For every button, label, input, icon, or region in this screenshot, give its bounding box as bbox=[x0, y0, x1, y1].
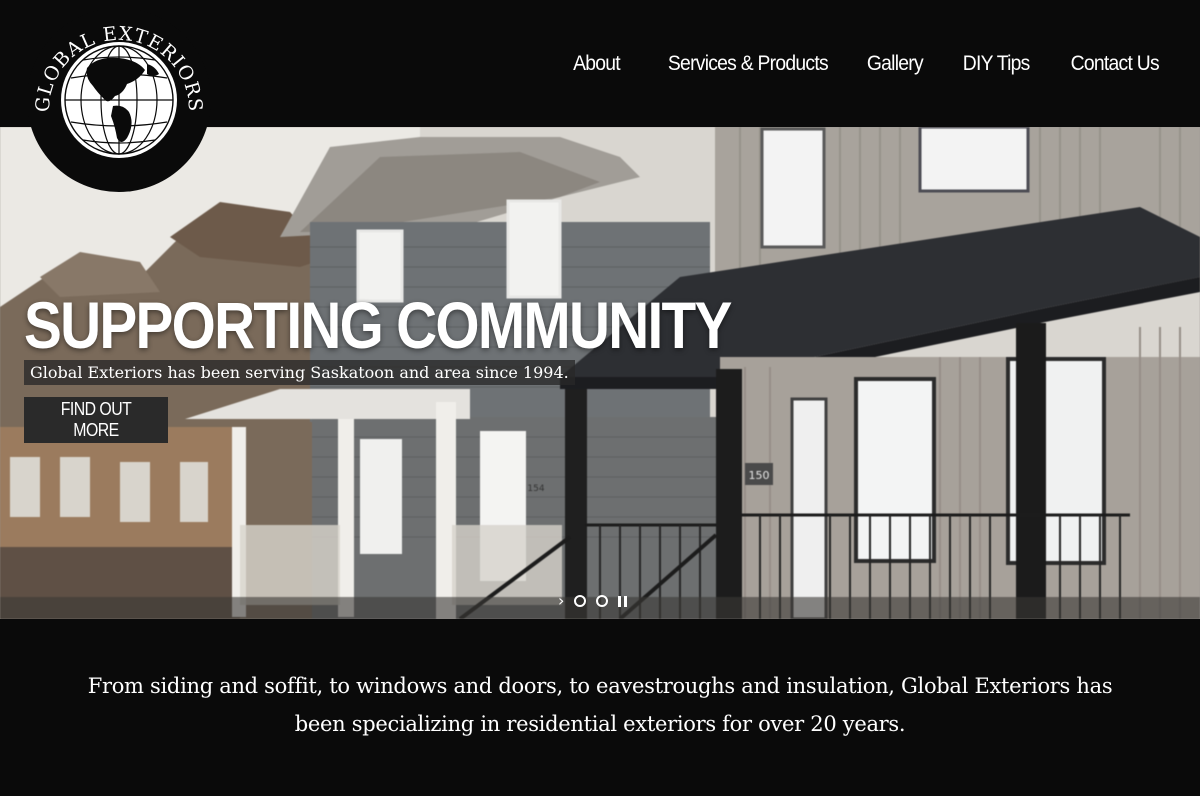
find-out-more-label: FIND OUT MORE bbox=[60, 399, 132, 440]
hero-slider: 150 154 SUPPORTING COMMUNITY Global Exte… bbox=[0, 127, 1200, 619]
nav-diy-tips[interactable]: DIY Tips bbox=[962, 52, 1030, 76]
nav-about[interactable]: About bbox=[573, 52, 621, 76]
nav-contact-us[interactable]: Contact Us bbox=[1071, 52, 1160, 76]
find-out-more-button[interactable]: FIND OUT MORE bbox=[24, 397, 168, 443]
house-number-154: 154 bbox=[527, 484, 544, 494]
hero-title: SUPPORTING COMMUNITY bbox=[24, 288, 732, 362]
pause-icon[interactable] bbox=[618, 595, 628, 607]
globe-icon: GLOBAL EXTERIORS bbox=[32, 23, 205, 158]
intro-section: From siding and soffit, to windows and d… bbox=[0, 619, 1200, 796]
main-nav: About Services & Products Gallery DIY Ti… bbox=[569, 52, 1160, 76]
slide-dot-1[interactable] bbox=[574, 595, 587, 607]
nav-services-products[interactable]: Services & Products bbox=[668, 52, 829, 76]
nav-gallery[interactable]: Gallery bbox=[866, 52, 923, 76]
site-logo[interactable]: GLOBAL EXTERIORS bbox=[27, 8, 211, 192]
slide-dot-2[interactable] bbox=[596, 595, 609, 607]
chevron-right-icon[interactable]: › bbox=[558, 593, 564, 609]
slider-controls: › bbox=[558, 593, 628, 609]
intro-text: From siding and soffit, to windows and d… bbox=[87, 674, 1113, 736]
hero-subtitle: Global Exteriors has been serving Saskat… bbox=[24, 360, 575, 385]
house-number-150: 150 bbox=[749, 469, 770, 482]
